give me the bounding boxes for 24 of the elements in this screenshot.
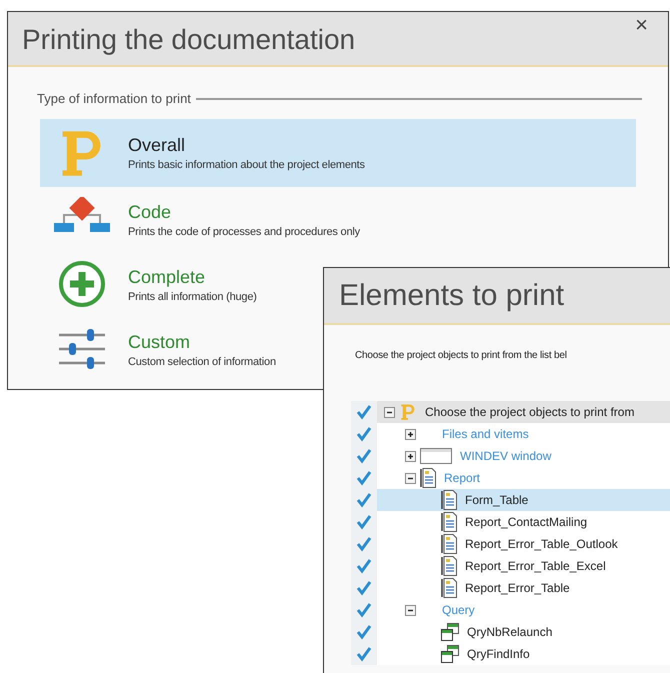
tree-label: Choose the project objects to print from (425, 404, 634, 421)
tree-label: Report_Error_Table (465, 580, 570, 597)
option-title: Custom (128, 332, 192, 350)
option-title: Code (128, 202, 172, 220)
instruction-text: Choose the project objects to print from the list bel (355, 349, 568, 363)
window-title: Printing the documentation (22, 26, 356, 54)
tree-label: Report_Error_Table_Excel (465, 558, 606, 575)
tree-label: Report (444, 470, 480, 487)
tree-label: QryFindInfo (467, 646, 530, 663)
option-description: Prints basic information about the project elements (128, 160, 365, 171)
tree-label: QryNbRelaunch (467, 624, 552, 641)
option-description: Prints the code of processes and procedures only (128, 226, 360, 238)
option-description: Prints all information (huge) (128, 292, 257, 302)
window-title: Elements to print (339, 280, 564, 310)
tree-label: Report_Error_Table_Outlook (465, 536, 618, 553)
tree-label: Report_ContactMailing (465, 514, 588, 531)
tree-label: Form_Table (465, 492, 528, 509)
tree-label: Files and vitems (442, 426, 529, 443)
tree-label: WINDEV window (460, 448, 552, 465)
option-title: Complete (128, 268, 206, 286)
option-title: Overall (128, 136, 186, 154)
tree-label: Query (442, 602, 475, 619)
group-label: Type of information to print (37, 90, 191, 108)
option-description: Custom selection of information (128, 356, 276, 368)
